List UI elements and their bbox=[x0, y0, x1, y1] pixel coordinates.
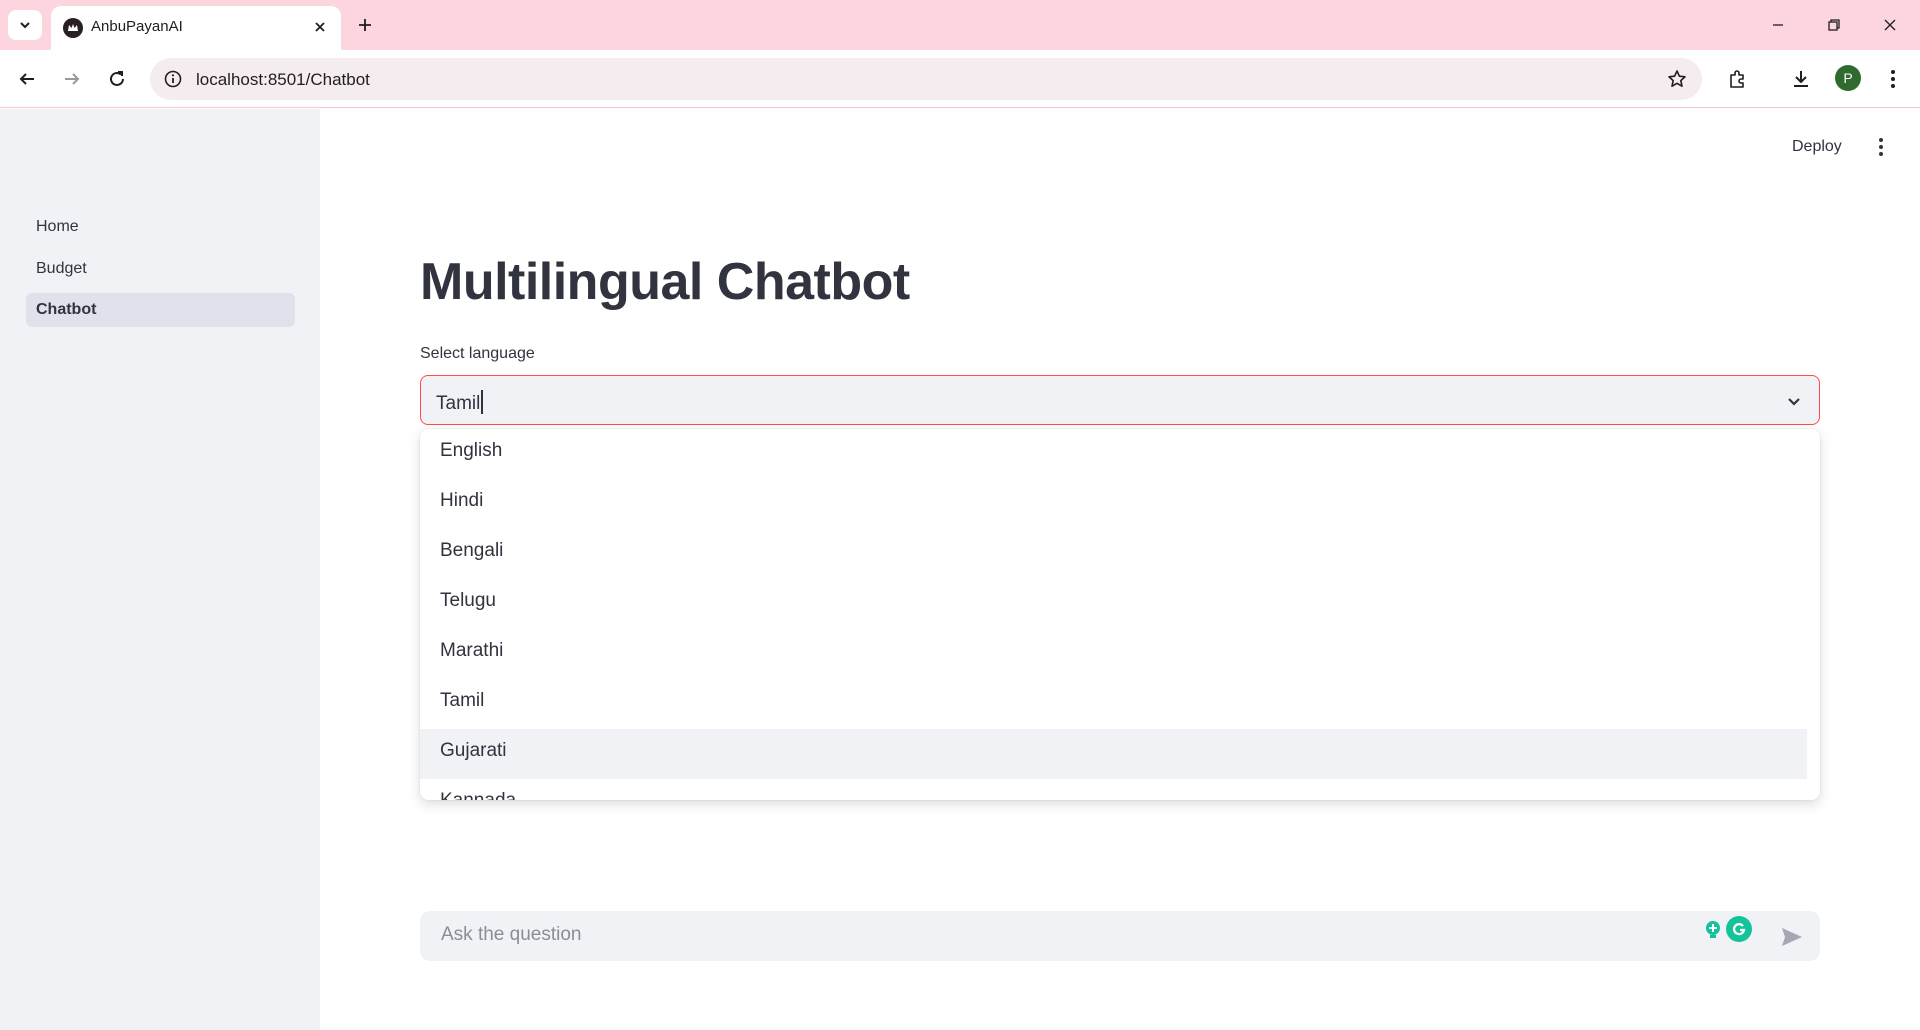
main-menu-icon[interactable] bbox=[1868, 134, 1894, 160]
restore-window-icon[interactable] bbox=[1814, 10, 1854, 40]
language-select-value[interactable]: Tamil bbox=[436, 390, 484, 415]
language-select-label: Select language bbox=[420, 345, 535, 362]
language-select[interactable]: Tamil bbox=[420, 375, 1820, 425]
chat-input[interactable]: Ask the question bbox=[420, 911, 1820, 961]
tab-search-button[interactable] bbox=[8, 10, 42, 40]
new-tab-plus-icon[interactable] bbox=[352, 12, 378, 38]
send-icon[interactable] bbox=[1778, 923, 1806, 951]
grammarly-icon[interactable] bbox=[1726, 916, 1752, 942]
close-window-icon[interactable] bbox=[1870, 10, 1910, 40]
chevron-down-icon[interactable] bbox=[1783, 390, 1805, 412]
minimize-window-icon[interactable] bbox=[1758, 10, 1798, 40]
language-option[interactable]: Telugu bbox=[420, 579, 1807, 629]
sidebar-item-budget[interactable]: Budget bbox=[26, 252, 295, 286]
chevron-down-icon bbox=[20, 22, 30, 29]
browser-toolbar: localhost:8501/Chatbot P bbox=[0, 50, 1920, 108]
language-option[interactable]: Marathi bbox=[420, 629, 1807, 679]
forward-arrow-icon[interactable] bbox=[57, 64, 87, 94]
sidebar-item-label: Budget bbox=[36, 260, 87, 277]
downloads-icon[interactable] bbox=[1786, 64, 1816, 94]
profile-avatar[interactable]: P bbox=[1835, 65, 1861, 91]
page-title: Multilingual Chatbot bbox=[420, 253, 910, 311]
language-option[interactable]: English bbox=[420, 429, 1807, 479]
text-cursor bbox=[481, 390, 484, 414]
back-arrow-icon[interactable] bbox=[12, 64, 42, 94]
reload-icon[interactable] bbox=[102, 64, 132, 94]
browser-tab-bar: AnbuPayanAI bbox=[0, 0, 1920, 50]
lightbulb-extension-icon[interactable] bbox=[1702, 919, 1724, 941]
language-option-hovered[interactable]: Gujarati bbox=[420, 729, 1807, 779]
sidebar: Home Budget Chatbot bbox=[0, 109, 320, 1030]
tab-title: AnbuPayanAI bbox=[91, 18, 183, 35]
address-bar[interactable]: localhost:8501/Chatbot bbox=[150, 58, 1702, 100]
address-url: localhost:8501/Chatbot bbox=[196, 70, 370, 89]
streamlit-crown-icon bbox=[63, 18, 83, 38]
bookmark-star-icon[interactable] bbox=[1666, 68, 1688, 90]
language-option[interactable]: Tamil bbox=[420, 679, 1807, 729]
browser-menu-icon[interactable] bbox=[1878, 64, 1908, 94]
deploy-button[interactable]: Deploy bbox=[1784, 134, 1850, 160]
sidebar-item-home[interactable]: Home bbox=[26, 210, 295, 244]
language-option[interactable]: Hindi bbox=[420, 479, 1807, 529]
close-tab-icon[interactable] bbox=[309, 16, 331, 38]
site-info-icon[interactable] bbox=[162, 68, 184, 90]
language-option[interactable]: Bengali bbox=[420, 529, 1807, 579]
sidebar-item-chatbot[interactable]: Chatbot bbox=[26, 293, 295, 327]
chat-input-placeholder: Ask the question bbox=[441, 924, 582, 945]
browser-tab-active[interactable]: AnbuPayanAI bbox=[51, 6, 341, 50]
language-option[interactable]: Kannada bbox=[420, 779, 1807, 800]
sidebar-item-label: Chatbot bbox=[36, 301, 97, 318]
sidebar-item-label: Home bbox=[36, 218, 79, 235]
language-dropdown-list: English Hindi Bengali Telugu Marathi Tam… bbox=[420, 429, 1820, 800]
extensions-puzzle-icon[interactable] bbox=[1722, 64, 1752, 94]
